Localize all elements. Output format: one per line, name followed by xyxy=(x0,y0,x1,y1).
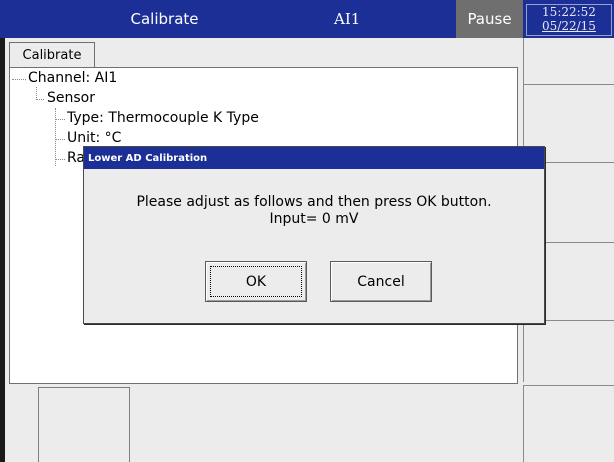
tree-item-sensor[interactable]: Sensor xyxy=(47,90,95,106)
dialog-title: Lower AD Calibration xyxy=(84,147,544,169)
bottom-button[interactable] xyxy=(38,387,130,462)
tree-connector xyxy=(55,119,65,120)
tree-item-type[interactable]: Type: Thermocouple K Type xyxy=(67,110,259,126)
title-bar: Calibrate AI1 Pause 15:22:52 05/22/15 xyxy=(0,0,614,38)
tree-item-unit[interactable]: Unit: °C xyxy=(67,130,121,146)
clock-time: 15:22:52 xyxy=(542,5,596,19)
tree-connector xyxy=(12,79,26,80)
clock-date: 05/22/15 xyxy=(542,19,596,33)
lower-ad-calibration-dialog: Lower AD Calibration Please adjust as fo… xyxy=(83,146,545,324)
tree-item-channel[interactable]: Channel: AI1 xyxy=(28,70,117,86)
side-button-1[interactable] xyxy=(523,38,614,84)
pause-button[interactable]: Pause xyxy=(456,0,523,38)
channel-title: AI1 xyxy=(334,10,361,28)
side-button-5[interactable] xyxy=(523,320,614,382)
tree-connector xyxy=(36,99,44,100)
dialog-message: Please adjust as follows and then press … xyxy=(136,194,492,210)
tree-connector xyxy=(55,139,65,140)
dialog-input-value: Input= 0 mV xyxy=(269,211,359,227)
left-edge-strip xyxy=(0,38,5,462)
focus-rectangle xyxy=(210,266,302,297)
cancel-button[interactable]: Cancel xyxy=(330,261,432,302)
tree-connector xyxy=(55,159,65,160)
screen-title: Calibrate xyxy=(130,10,199,28)
clock-display: 15:22:52 05/22/15 xyxy=(526,4,612,36)
tree-connector xyxy=(55,108,56,166)
side-button-6[interactable] xyxy=(523,385,614,462)
ok-button[interactable]: OK xyxy=(205,261,307,302)
cancel-button-label: Cancel xyxy=(357,273,405,290)
tab-calibrate[interactable]: Calibrate xyxy=(9,42,95,67)
